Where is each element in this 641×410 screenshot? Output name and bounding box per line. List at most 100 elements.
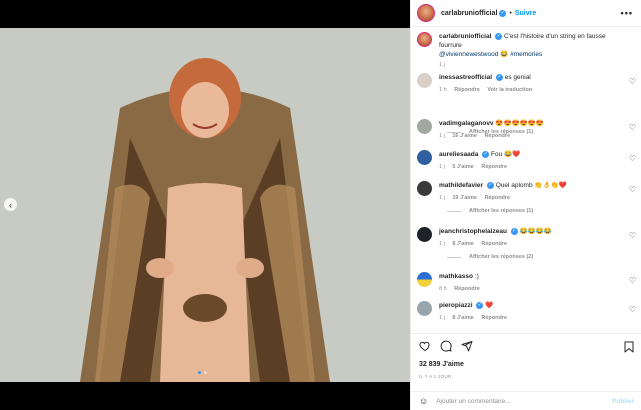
- comment-body: vadimgalaganovv 😍😍😍😍😍😍 1 j 16 J'aime Rép…: [439, 119, 619, 141]
- heart-icon[interactable]: ♡: [629, 305, 636, 314]
- comments-list[interactable]: carlabruniofficial ✓ C'est l'histoire d'…: [411, 28, 641, 333]
- comment-text: 😍😍😍😍😍😍: [495, 120, 544, 127]
- comment-body: inessastreofficial ✓ es genial 1 h Répon…: [439, 73, 619, 95]
- caption-body: carlabruniofficial ✓ C'est l'histoire d'…: [439, 32, 619, 70]
- comment-meta: 1 j 16 J'aime Répondre: [439, 132, 619, 141]
- caption-emoji: 😂: [500, 51, 509, 58]
- verified-icon: ✓: [499, 9, 507, 17]
- comment-username[interactable]: mathkasso: [439, 273, 473, 280]
- comment-meta: 8 h Répondre: [439, 285, 619, 294]
- bookmark-icon[interactable]: [624, 340, 634, 358]
- likes-count[interactable]: 32 839 J'aime: [419, 361, 464, 368]
- carousel-dot: [198, 371, 201, 374]
- heart-icon[interactable]: ♡: [629, 276, 636, 285]
- comment-body: jeanchristophelaizeau ✓ 😂😂😂😂 1 j 8 J'aim…: [439, 227, 619, 249]
- follow-button[interactable]: Suivre: [515, 10, 536, 17]
- comment-text: :): [474, 273, 479, 280]
- comment-username[interactable]: vadimgalaganovv: [439, 120, 494, 127]
- view-replies-button[interactable]: Afficher les réponses (2): [447, 254, 533, 260]
- verified-icon: ✓: [495, 73, 503, 81]
- avatar[interactable]: [417, 272, 432, 287]
- comment-time: 1 j: [439, 195, 445, 201]
- comment-body: mathkasso :) 8 h Répondre: [439, 272, 619, 294]
- translate-button[interactable]: Voir la traduction: [487, 87, 532, 93]
- comment-body: pieropiazzi ✓ ❤️ 1 j 8 J'aime Répondre: [439, 301, 619, 323]
- author-username[interactable]: carlabruniofficial: [441, 10, 497, 17]
- comment-meta: 1 j 5 J'aime Répondre: [439, 163, 619, 172]
- caption-meta: 1 j: [439, 61, 619, 70]
- verified-icon: ✓: [510, 227, 518, 235]
- caption-hashtag[interactable]: #memories: [510, 51, 542, 58]
- reply-button[interactable]: Répondre: [484, 195, 510, 201]
- reply-button[interactable]: Répondre: [484, 133, 510, 139]
- photo-illustration: [0, 28, 410, 382]
- reply-button[interactable]: Répondre: [481, 241, 507, 247]
- comment-icon[interactable]: [440, 340, 452, 352]
- verified-icon: ✓: [486, 181, 494, 189]
- comment-likes[interactable]: 5 J'aime: [452, 164, 474, 170]
- heart-icon[interactable]: ♡: [629, 231, 636, 240]
- post-actions: 32 839 J'aime IL Y A 1 JOUR: [411, 333, 641, 391]
- verified-icon: ✓: [495, 32, 503, 40]
- chevron-left-icon[interactable]: ‹: [4, 198, 17, 211]
- avatar[interactable]: [417, 119, 432, 134]
- reply-button[interactable]: Répondre: [481, 164, 507, 170]
- comment-body: aureliesaada ✓ Fou 😂❤️ 1 j 5 J'aime Répo…: [439, 150, 619, 172]
- post-header: carlabruniofficial ✓ • Suivre •••: [411, 0, 641, 27]
- comment-likes[interactable]: 19 J'aime: [452, 195, 477, 201]
- carousel-dot: [204, 371, 207, 374]
- comment-time: 1 j: [439, 241, 445, 247]
- comment-body: mathildefavier ✓ Quel aplomb 👏👌👏❤️ 1 j 1…: [439, 181, 619, 203]
- comment-username[interactable]: jeanchristophelaizeau: [439, 228, 507, 235]
- avatar[interactable]: [417, 32, 432, 47]
- comment-time: 8 h: [439, 286, 447, 292]
- avatar[interactable]: [417, 73, 432, 88]
- heart-icon[interactable]: ♡: [629, 123, 636, 132]
- avatar[interactable]: [417, 301, 432, 316]
- comment-username[interactable]: aureliesaada: [439, 151, 478, 158]
- action-row: [419, 340, 473, 352]
- comment-text: es genial: [504, 74, 531, 81]
- post-media: ‹: [0, 0, 410, 410]
- post-date: IL Y A 1 JOUR: [419, 374, 452, 379]
- comment-likes[interactable]: 16 J'aime: [452, 133, 477, 139]
- add-comment-bar: ☺ Ajouter un commentaire... Publier: [411, 391, 641, 410]
- avatar[interactable]: [417, 181, 432, 196]
- avatar[interactable]: [417, 150, 432, 165]
- heart-icon[interactable]: ♡: [629, 185, 636, 194]
- reply-button[interactable]: Répondre: [454, 87, 480, 93]
- smiley-icon[interactable]: ☺: [419, 396, 428, 406]
- comment-text: ❤️: [485, 302, 494, 309]
- comment-text: 😂😂😂😂: [519, 228, 552, 235]
- comment-likes[interactable]: 8 J'aime: [452, 241, 474, 247]
- comment-meta: 1 j 19 J'aime Répondre: [439, 194, 619, 203]
- verified-icon: ✓: [476, 301, 484, 309]
- separator: •: [509, 9, 512, 17]
- reply-button[interactable]: Répondre: [454, 286, 480, 292]
- avatar[interactable]: [417, 227, 432, 242]
- heart-icon[interactable]: ♡: [629, 77, 636, 86]
- heart-icon[interactable]: [419, 340, 431, 352]
- comment-input[interactable]: Ajouter un commentaire...: [436, 398, 510, 405]
- more-icon[interactable]: •••: [621, 8, 633, 18]
- share-icon[interactable]: [461, 340, 473, 352]
- comment-time: 1 j: [439, 164, 445, 170]
- view-replies-button[interactable]: Afficher les réponses (1): [447, 208, 533, 214]
- comment-meta: 1 j 8 J'aime Répondre: [439, 314, 619, 323]
- comment-username[interactable]: inessastreofficial: [439, 74, 492, 81]
- comment-username[interactable]: mathildefavier: [439, 182, 483, 189]
- verified-icon: ✓: [482, 150, 490, 158]
- publish-button[interactable]: Publier: [612, 398, 634, 405]
- post-photo[interactable]: [0, 28, 410, 382]
- comment-likes[interactable]: 8 J'aime: [452, 315, 474, 321]
- caption-username[interactable]: carlabruniofficial: [439, 33, 491, 40]
- comment-text: Quel aplomb 👏👌👏❤️: [495, 182, 567, 189]
- reply-button[interactable]: Répondre: [481, 315, 507, 321]
- comment-text: Fou 😂❤️: [491, 151, 521, 158]
- heart-icon[interactable]: ♡: [629, 154, 636, 163]
- avatar[interactable]: [417, 4, 435, 22]
- caption-time: 1 j: [439, 62, 445, 68]
- comment-username[interactable]: pieropiazzi: [439, 302, 473, 309]
- caption-mention[interactable]: @viviennewestwood: [439, 51, 498, 58]
- comment-time: 1 j: [439, 315, 445, 321]
